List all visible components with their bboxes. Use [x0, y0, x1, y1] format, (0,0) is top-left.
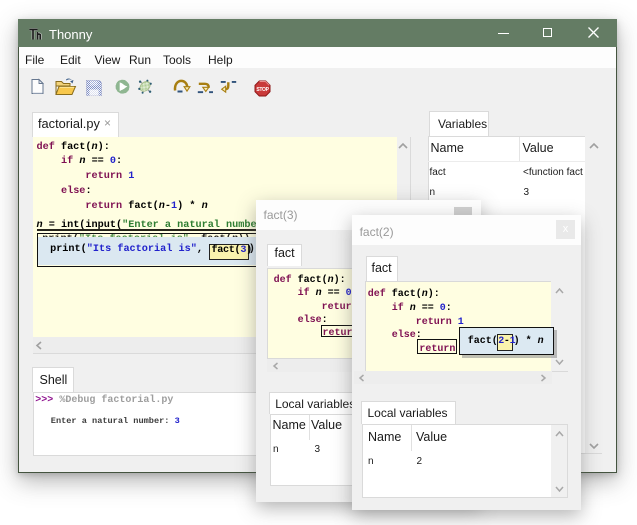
svg-text:STOP: STOP [256, 87, 269, 93]
